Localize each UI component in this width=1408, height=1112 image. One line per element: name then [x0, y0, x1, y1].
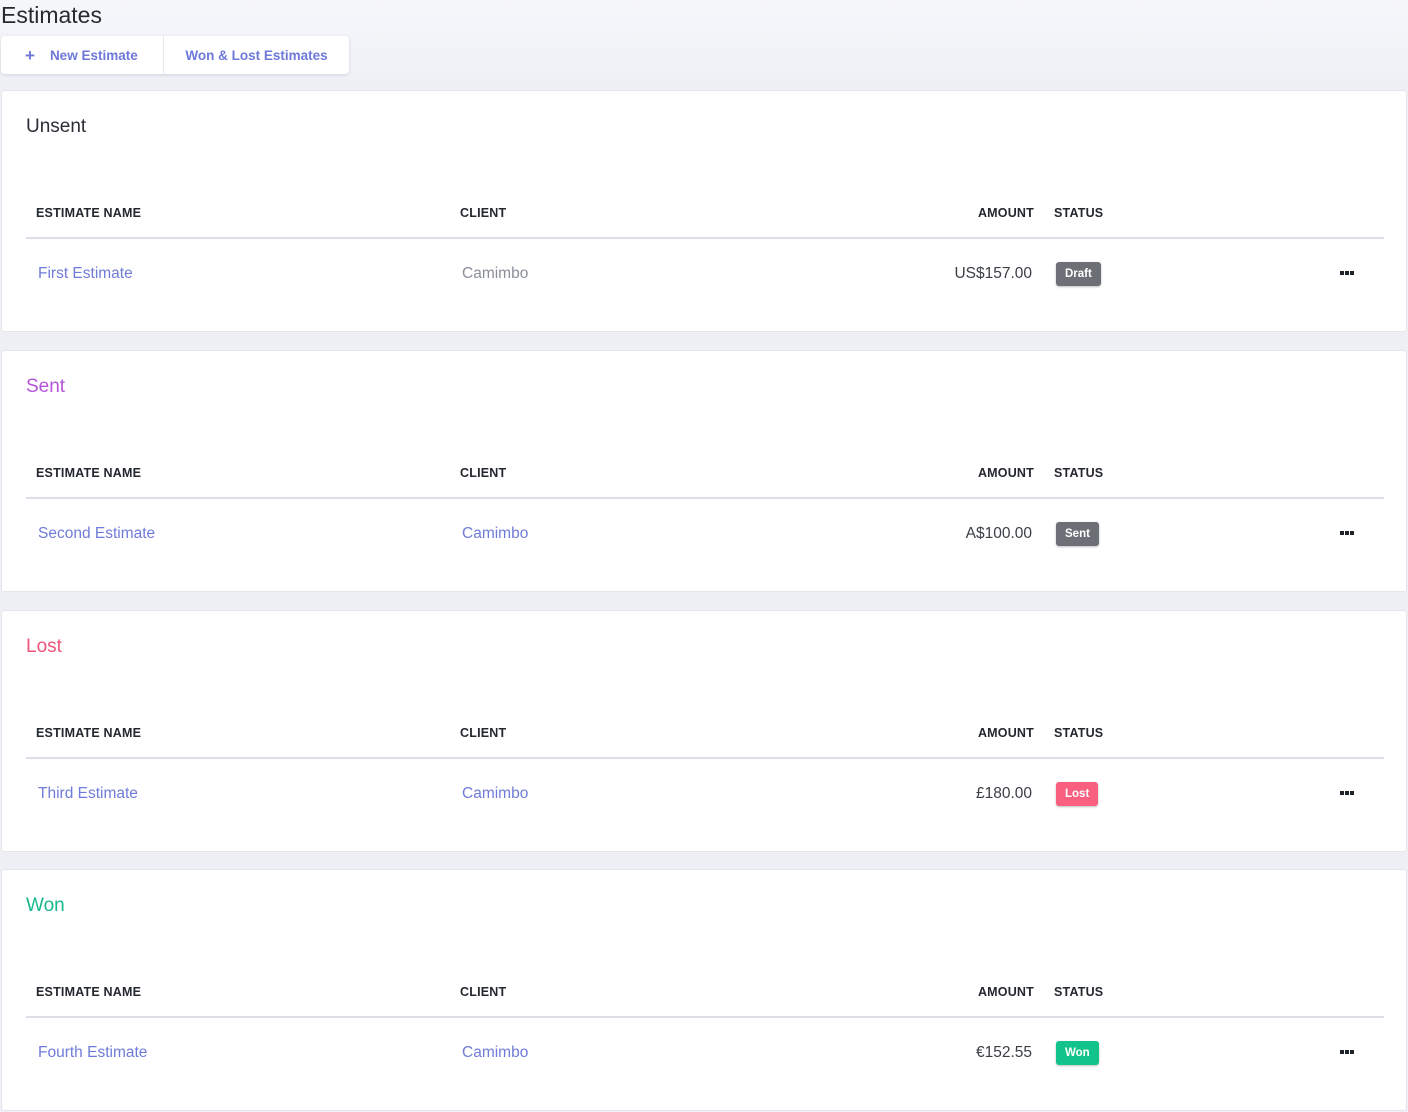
column-header-status: STATUS	[1054, 206, 1104, 220]
won-lost-estimates-label: Won & Lost Estimates	[185, 47, 328, 63]
section-won: Won ESTIMATE NAME CLIENT AMOUNT STATUS F…	[1, 869, 1407, 1111]
section-title: Unsent	[26, 116, 87, 137]
estimate-name-link[interactable]: Second Estimate	[38, 525, 155, 543]
column-header-status: STATUS	[1054, 726, 1104, 740]
estimate-amount: €152.55	[975, 1044, 1032, 1061]
column-header-amount: AMOUNT	[977, 726, 1034, 740]
estimate-name-link[interactable]: Third Estimate	[38, 785, 138, 803]
column-header-client: CLIENT	[460, 466, 507, 480]
section-unsent: Unsent ESTIMATE NAME CLIENT AMOUNT STATU…	[1, 90, 1407, 332]
status-badge: Won	[1056, 1041, 1099, 1065]
column-header-estimate-name: ESTIMATE NAME	[36, 466, 142, 480]
table-row: First Estimate Camimbo US$157.00 Draft	[26, 239, 1384, 309]
status-badge: Lost	[1056, 782, 1099, 806]
estimate-amount: US$157.00	[954, 265, 1032, 282]
client-link[interactable]: Camimbo	[462, 1044, 528, 1062]
column-header-client: CLIENT	[460, 206, 507, 220]
more-horizontal-icon[interactable]	[1338, 263, 1356, 283]
estimate-amount: £180.00	[975, 785, 1032, 802]
table-header: ESTIMATE NAME CLIENT AMOUNT STATUS	[26, 984, 1384, 1018]
column-header-estimate-name: ESTIMATE NAME	[36, 726, 142, 740]
section-lost: Lost ESTIMATE NAME CLIENT AMOUNT STATUS …	[1, 610, 1407, 852]
estimate-name-link[interactable]: First Estimate	[38, 265, 133, 283]
table-row: Third Estimate Camimbo £180.00 Lost	[26, 759, 1384, 829]
plus-icon: +	[25, 45, 35, 65]
column-header-amount: AMOUNT	[977, 466, 1034, 480]
section-title: Lost	[26, 636, 62, 657]
client-name: Camimbo	[462, 265, 529, 282]
table-header: ESTIMATE NAME CLIENT AMOUNT STATUS	[26, 465, 1384, 499]
column-header-amount: AMOUNT	[977, 206, 1034, 220]
client-link[interactable]: Camimbo	[462, 525, 528, 543]
page-title: Estimates	[1, 2, 102, 28]
column-header-amount: AMOUNT	[977, 985, 1034, 999]
table-header: ESTIMATE NAME CLIENT AMOUNT STATUS	[26, 725, 1384, 759]
section-title: Sent	[26, 376, 66, 397]
more-horizontal-icon[interactable]	[1338, 1042, 1356, 1062]
status-badge: Draft	[1056, 262, 1101, 286]
status-badge: Sent	[1056, 522, 1099, 546]
column-header-status: STATUS	[1054, 466, 1104, 480]
more-horizontal-icon[interactable]	[1338, 523, 1356, 543]
table-row: Second Estimate Camimbo A$100.00 Sent	[26, 499, 1384, 569]
table-header: ESTIMATE NAME CLIENT AMOUNT STATUS	[26, 205, 1384, 239]
more-horizontal-icon[interactable]	[1338, 783, 1356, 803]
column-header-estimate-name: ESTIMATE NAME	[36, 206, 142, 220]
column-header-estimate-name: ESTIMATE NAME	[36, 985, 142, 999]
section-sent: Sent ESTIMATE NAME CLIENT AMOUNT STATUS …	[1, 350, 1407, 592]
table-row: Fourth Estimate Camimbo €152.55 Won	[26, 1018, 1384, 1088]
column-header-client: CLIENT	[460, 726, 507, 740]
column-header-client: CLIENT	[460, 985, 507, 999]
new-estimate-label: New Estimate	[49, 47, 138, 63]
estimate-name-link[interactable]: Fourth Estimate	[38, 1044, 147, 1062]
estimate-amount: A$100.00	[965, 525, 1032, 542]
client-link[interactable]: Camimbo	[462, 785, 528, 803]
toolbar: + New Estimate Won & Lost Estimates	[1, 36, 349, 74]
section-title: Won	[26, 895, 65, 916]
won-lost-estimates-button[interactable]: Won & Lost Estimates	[163, 36, 349, 74]
new-estimate-button[interactable]: + New Estimate	[1, 36, 163, 74]
column-header-status: STATUS	[1054, 985, 1104, 999]
